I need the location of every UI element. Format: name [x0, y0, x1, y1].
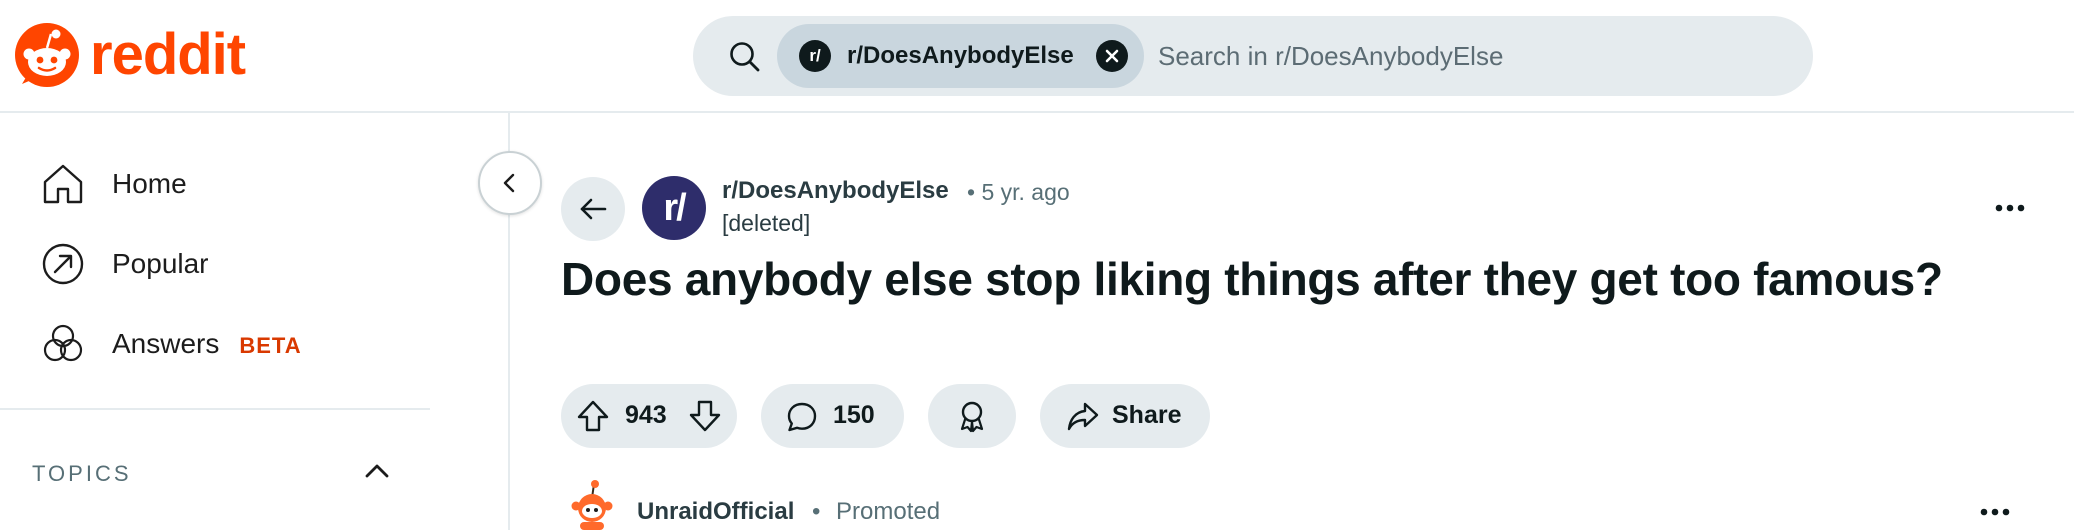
promoted-account-name[interactable]: UnraidOfficial [637, 498, 794, 526]
topics-heading[interactable]: TOPICS [32, 461, 132, 487]
subreddit-link[interactable]: r/DoesAnybodyElse [722, 177, 949, 205]
answers-icon [43, 324, 83, 362]
more-options-icon[interactable] [1975, 494, 2015, 530]
post-title: Does anybody else stop liking things aft… [561, 253, 1943, 305]
award-icon [960, 401, 984, 433]
home-icon [43, 164, 83, 204]
share-button[interactable]: Share [1040, 384, 1210, 448]
reddit-wordmark: reddit [90, 22, 246, 87]
search-input[interactable]: Search in r/DoesAnybodyElse [1158, 16, 1503, 96]
comment-count: 150 [833, 401, 875, 429]
back-button[interactable] [561, 177, 625, 241]
post-timestamp: • 5 yr. ago [967, 179, 1070, 205]
post-author: [deleted] [722, 210, 811, 236]
sidebar-item-label: Popular [112, 248, 209, 279]
comments-button[interactable]: 150 [761, 384, 904, 448]
search-icon [730, 42, 760, 72]
share-icon [1067, 402, 1099, 431]
reddit-logo[interactable]: reddit [14, 22, 246, 88]
subreddit-chip-label: r/DoesAnybodyElse [847, 42, 1074, 69]
promoted-separator: • [812, 498, 821, 525]
sidebar-item-popular[interactable]: Popular [0, 228, 430, 300]
sidebar-divider [0, 408, 430, 410]
beta-badge: BETA [239, 333, 302, 358]
collapse-sidebar-button[interactable] [478, 151, 542, 215]
vote-group: 943 [561, 384, 737, 448]
more-options-icon[interactable] [1990, 188, 2030, 228]
comment-icon [787, 402, 817, 432]
promoted-label: Promoted [836, 498, 941, 525]
reddit-snoo-icon [15, 23, 79, 87]
top-header: reddit r/ r/DoesAnybodyElse Search in r/… [0, 0, 2074, 113]
downvote-icon[interactable] [687, 398, 723, 434]
sidebar-item-label: Answers BETA [112, 328, 302, 360]
vote-count: 943 [625, 401, 667, 429]
sidebar-item-home[interactable]: Home [0, 148, 430, 220]
upvote-icon[interactable] [575, 398, 611, 434]
sidebar-item-label: Home [112, 168, 187, 199]
subreddit-chip-avatar: r/ [799, 40, 831, 72]
share-label: Share [1112, 401, 1182, 429]
sidebar-item-answers[interactable]: Answers BETA [0, 308, 430, 380]
left-sidebar: Home Popular Answers BETA TOPICS [0, 113, 510, 530]
subreddit-avatar[interactable]: r/ [642, 176, 706, 240]
subreddit-filter-chip: r/ r/DoesAnybodyElse [777, 24, 1144, 88]
promoted-avatar-icon[interactable] [568, 478, 616, 530]
chevron-left-icon [503, 173, 515, 193]
chevron-up-icon[interactable] [360, 454, 394, 488]
award-button[interactable] [928, 384, 1016, 448]
clear-filter-close-icon[interactable] [1095, 40, 1128, 72]
close-icon [1105, 49, 1119, 63]
answers-label: Answers [112, 328, 220, 359]
search-bar[interactable]: r/ r/DoesAnybodyElse Search in r/DoesAny… [693, 16, 1813, 96]
popular-icon [42, 243, 84, 285]
arrow-left-icon [580, 198, 607, 220]
